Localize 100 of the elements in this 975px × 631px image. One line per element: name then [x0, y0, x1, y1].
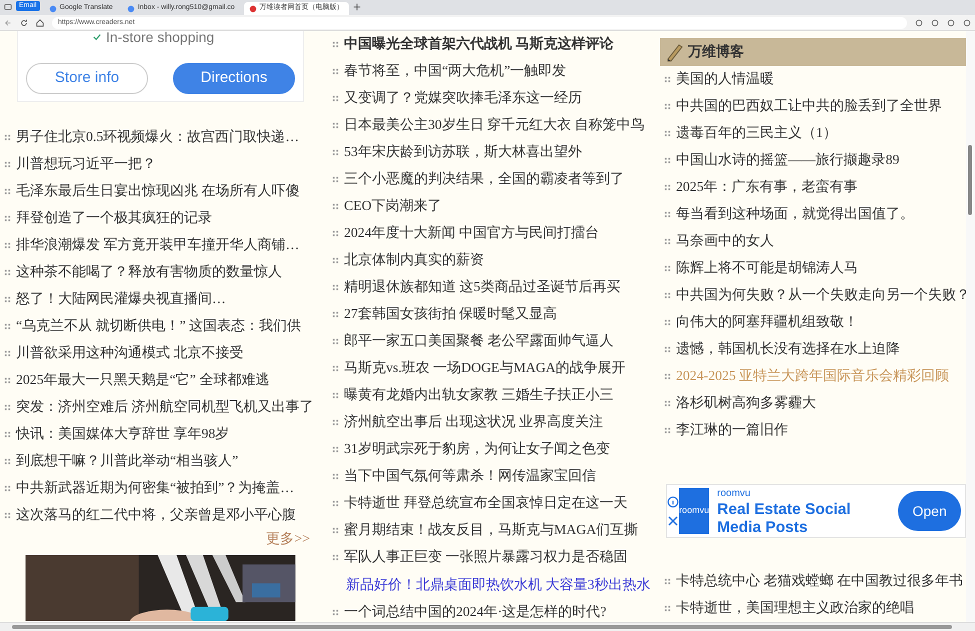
- bullet-icon: [332, 365, 339, 372]
- ad-headline[interactable]: Real Estate Social Media Posts: [717, 500, 898, 536]
- news-link[interactable]: 精明退休族都知道 这5类商品过圣诞节后再买: [344, 277, 620, 298]
- news-link[interactable]: 春节将至，中国“两大危机”一触即发: [344, 61, 566, 82]
- news-link[interactable]: 向伟大的阿塞拜疆机组致敬！: [676, 312, 858, 333]
- news-link[interactable]: 每当看到这种场面，就觉得出国值了。: [676, 204, 914, 225]
- bullet-icon: [332, 149, 339, 156]
- bullet-icon: [4, 431, 11, 438]
- news-link[interactable]: 日本最美公主30岁生日 穿千元红大衣 自称笼中鸟: [344, 115, 645, 136]
- news-link[interactable]: 遗憾，韩国机长没有选择在水上迫降: [676, 339, 900, 360]
- news-link[interactable]: 2024年度十大新闻 中国官方与民间打擂台: [344, 223, 600, 244]
- ad-link[interactable]: 新品好价！北鼎桌面即热饮水机 大容量3秒出热水: [346, 574, 650, 596]
- section-title: 万维博客: [688, 42, 744, 62]
- reload-icon[interactable]: [20, 19, 28, 27]
- news-link[interactable]: 这次落马的红二代中将，父亲曾是邓小平心腹: [16, 505, 296, 526]
- news-link[interactable]: 怒了！大陆网民灌爆央视直播间…: [16, 289, 226, 310]
- ad-brand: roomvu: [717, 486, 752, 501]
- news-link[interactable]: 美国的人情温暖: [676, 69, 774, 90]
- bullet-icon: [332, 446, 339, 453]
- tab-icon: [248, 4, 257, 12]
- news-link[interactable]: 三个小恶魔的判决结果，全国的霸凌者等到了: [344, 169, 624, 190]
- news-link[interactable]: 曝黄有龙婚内出轨女家教 三婚生子扶正小三: [344, 385, 614, 406]
- news-link[interactable]: 突发：济州空难后 济州航空同机型飞机又出事了: [16, 397, 314, 418]
- news-link[interactable]: 到底想干嘛？川普此举动“相当骇人”: [16, 451, 238, 472]
- new-tab-icon[interactable]: [352, 3, 361, 11]
- bullet-icon: [4, 242, 11, 249]
- news-link[interactable]: 中共新武器近期为何密集“被拍到”？为掩盖…: [16, 478, 294, 499]
- bullet-icon: [664, 400, 671, 407]
- bullet-icon: [332, 68, 339, 75]
- close-icon[interactable]: [668, 516, 678, 526]
- bullet-icon: [664, 265, 671, 272]
- bullet-icon: [332, 41, 339, 48]
- news-link[interactable]: 2025年：广东有事，老蛮有事: [676, 177, 858, 198]
- news-link[interactable]: 洛杉矶树高狗多雾霾大: [676, 393, 816, 414]
- news-link[interactable]: 拜登创造了一个极其疯狂的记录: [16, 208, 212, 229]
- bullet-icon: [4, 458, 11, 465]
- bullet-icon: [664, 157, 671, 164]
- news-link[interactable]: CEO下岗潮来了: [344, 196, 442, 217]
- bullet-icon: [332, 554, 339, 561]
- news-link[interactable]: 当下中国气氛何等肃杀！网传温家宝回信: [344, 466, 596, 487]
- back-icon[interactable]: [4, 19, 12, 27]
- bullet-icon: [664, 427, 671, 434]
- bullet-icon: [332, 284, 339, 291]
- scrollbar-thumb[interactable]: [968, 145, 972, 215]
- news-link[interactable]: “乌克兰不从 就切断供电！” 这国表态：我们供: [16, 316, 302, 337]
- tab-icon: [126, 4, 135, 12]
- news-link[interactable]: 李江琳的一篇旧作: [676, 420, 788, 441]
- check-icon: [93, 33, 101, 41]
- news-link[interactable]: 2025年最大一只黑天鹅是“它” 全球都难逃: [16, 370, 270, 391]
- news-link[interactable]: 27套韩国女孩街拍 保暖时髦又显高: [344, 304, 558, 325]
- news-link[interactable]: 陈辉上将不可能是胡锦涛人马: [676, 258, 858, 279]
- news-link[interactable]: 郎平一家五口美国聚餐 老公罕露面帅气逼人: [344, 331, 614, 352]
- news-link[interactable]: 马斯克vs.班农 一场DOGE与MAGA的战争展开: [344, 358, 626, 379]
- news-link[interactable]: 川普想玩习近平一把？: [16, 154, 156, 175]
- bullet-icon: [664, 130, 671, 137]
- bullet-icon: [664, 211, 671, 218]
- news-link[interactable]: 济州航空出事后 出现这状况 业界高度关注: [344, 412, 603, 433]
- bullet-icon: [664, 373, 671, 380]
- news-link[interactable]: 蜜月期结束！战友反目，马斯克与MAGA们互撕: [344, 520, 638, 541]
- news-link[interactable]: 53年宋庆龄到访苏联，斯大林喜出望外: [344, 142, 582, 163]
- news-link[interactable]: 中国曝光全球首架六代战机 马斯克这样评论: [344, 34, 614, 55]
- news-link[interactable]: 马奈画中的女人: [676, 231, 774, 252]
- ad-logo: roomvu: [679, 488, 710, 534]
- news-link[interactable]: 卡特逝世 拜登总统宣布全国哀悼日定在这一天: [344, 493, 628, 514]
- bullet-icon: [4, 377, 11, 384]
- news-link[interactable]: 卡特总统中心 老猫戏螳螂 在中国教过很多年书: [676, 571, 963, 592]
- news-link[interactable]: 毛泽东最后生日宴出惊现凶兆 在场所有人吓傻: [16, 181, 300, 202]
- news-link[interactable]: 川普欲采用这种沟通模式 北京不接受: [16, 343, 244, 364]
- bullet-icon: [332, 257, 339, 264]
- open-button[interactable]: Open: [898, 491, 961, 531]
- news-link[interactable]: 这种茶不能喝了？释放有害物质的数量惊人: [16, 262, 282, 283]
- news-link[interactable]: 中共国的巴西奴工让中共的脸丢到了全世界: [676, 96, 942, 117]
- bullet-icon: [332, 609, 339, 616]
- bullet-icon: [664, 346, 671, 353]
- news-link[interactable]: 排华浪潮爆发 军方竟开装甲车撞开华人商铺…: [16, 235, 300, 256]
- news-link[interactable]: 中国山水诗的摇篮——旅行撷趣录89: [676, 150, 900, 171]
- bullet-icon: [332, 311, 339, 318]
- store-info-button[interactable]: Store info: [26, 63, 148, 94]
- bullet-icon: [4, 512, 11, 519]
- bullet-icon: [664, 605, 671, 612]
- browser-menu-icon[interactable]: [4, 3, 12, 11]
- home-icon[interactable]: [36, 19, 44, 27]
- news-link[interactable]: 卡特逝世，美国理想主义政治家的绝唱: [676, 598, 914, 619]
- news-link[interactable]: 31岁明武宗死于豹房，为何让女子闻之色变: [344, 439, 610, 460]
- directions-button[interactable]: Directions: [173, 63, 295, 94]
- bullet-icon: [4, 296, 11, 303]
- news-link[interactable]: 又变调了？党媒突吹捧毛泽东这一经历: [344, 88, 582, 109]
- news-link[interactable]: 中共国为何失败？从一个失败走向另一个失败？: [676, 285, 966, 306]
- bullet-icon: [4, 134, 11, 141]
- news-link[interactable]: 男子住北京0.5环视频爆火：故宫西门取快递…: [16, 127, 300, 148]
- bullet-icon: [332, 122, 339, 129]
- info-icon[interactable]: [667, 496, 679, 508]
- bullet-icon: [332, 95, 339, 102]
- news-link[interactable]: 北京体制内真实的薪资: [344, 250, 484, 271]
- news-link[interactable]: 快讯：美国媒体大亨辞世 享年98岁: [16, 424, 230, 445]
- news-link[interactable]: 遗毒百年的三民主义（1）: [676, 123, 837, 144]
- news-link[interactable]: 军队人事正巨变 一张照片暴露习权力是否稳固: [344, 547, 628, 568]
- bullet-icon: [4, 485, 11, 492]
- scrollbar-thumb[interactable]: [12, 625, 952, 629]
- news-link[interactable]: 一个词总结中国的2024年·这是怎样的时代?: [344, 602, 606, 622]
